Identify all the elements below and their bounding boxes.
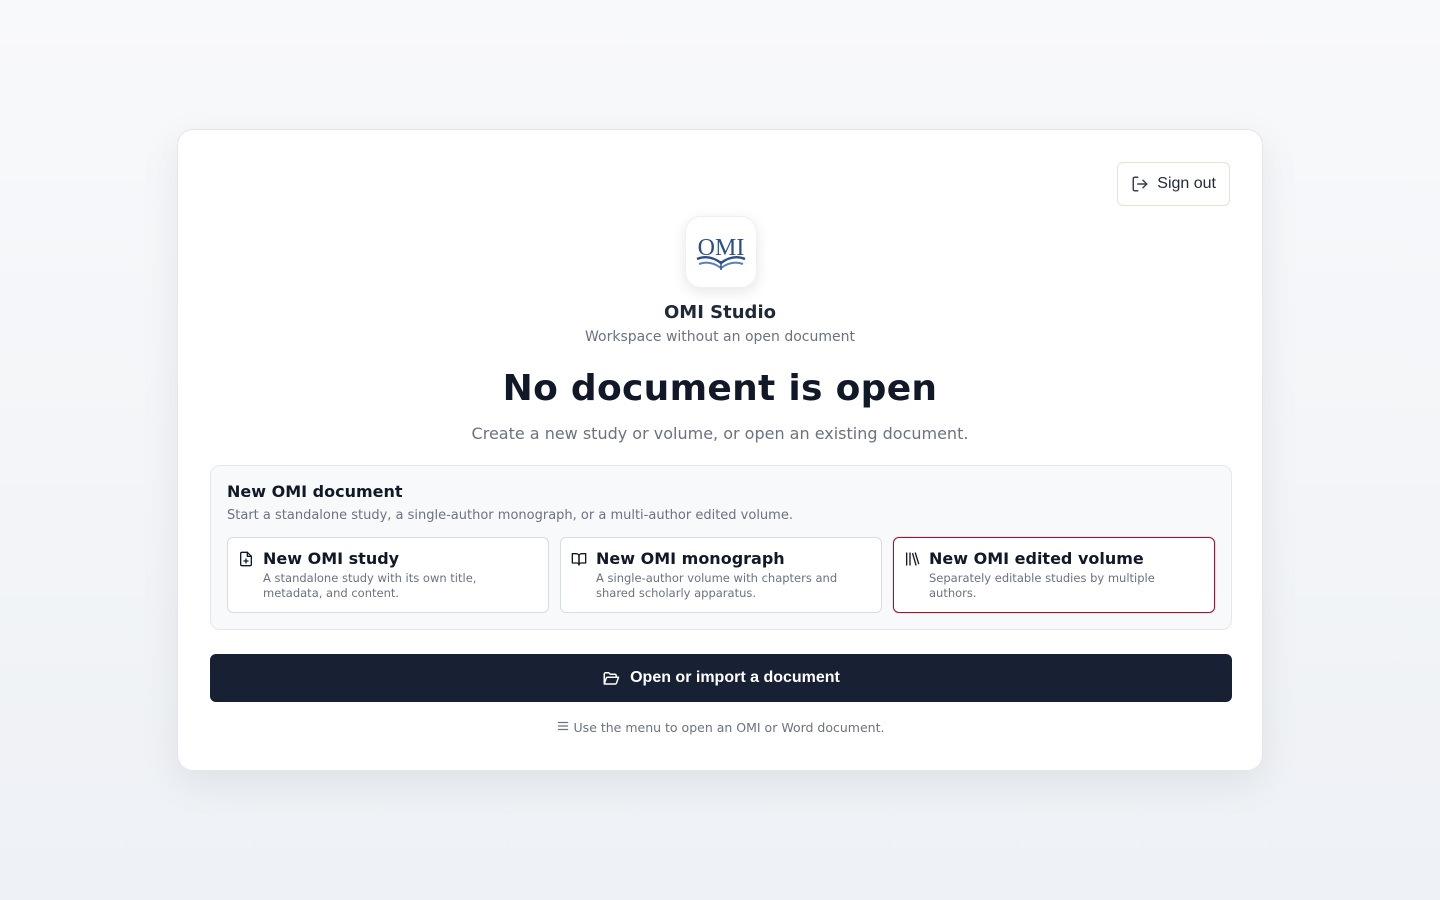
new-study-title: New OMI study xyxy=(263,549,400,568)
open-import-button[interactable]: Open or import a document xyxy=(210,654,1232,702)
page-title: No document is open xyxy=(502,368,938,409)
new-edited-volume-option[interactable]: New OMI edited volume Separately editabl… xyxy=(893,537,1215,613)
workspace-card: Sign out OMI OMI Studio Workspace withou… xyxy=(177,129,1263,771)
page-lead: Create a new study or volume, or open an… xyxy=(471,424,969,443)
new-monograph-title: New OMI monograph xyxy=(596,549,785,568)
new-study-option[interactable]: New OMI study A standalone study with it… xyxy=(227,537,549,613)
new-edited-volume-description: Separately editable studies by multiple … xyxy=(929,571,1155,600)
app-subtitle: Workspace without an open document xyxy=(585,329,855,345)
folder-open-icon xyxy=(603,672,620,685)
new-document-title: New OMI document xyxy=(227,482,403,501)
new-edited-volume-title: New OMI edited volume xyxy=(929,549,1144,568)
new-document-description: Start a standalone study, a single-autho… xyxy=(227,508,793,523)
new-study-description: A standalone study with its own title, m… xyxy=(263,571,477,600)
sign-out-button[interactable]: Sign out xyxy=(1117,162,1230,206)
new-monograph-option[interactable]: New OMI monograph A single-author volume… xyxy=(560,537,882,613)
library-icon xyxy=(906,552,920,566)
file-plus-icon xyxy=(240,551,252,567)
sign-out-label: Sign out xyxy=(1157,175,1216,192)
open-import-label: Open or import a document xyxy=(630,669,840,686)
omi-logo: OMI xyxy=(685,216,757,288)
menu-hint: Use the menu to open an OMI or Word docu… xyxy=(178,720,1262,735)
omi-logo-mark: OMI xyxy=(696,235,746,270)
new-monograph-description: A single-author volume with chapters and… xyxy=(596,571,838,600)
book-open-icon xyxy=(571,553,587,566)
log-out-icon xyxy=(1132,176,1148,192)
app-name: OMI Studio xyxy=(664,302,776,323)
menu-hint-text: Use the menu to open an OMI or Word docu… xyxy=(573,720,885,735)
new-document-panel: New OMI document Start a standalone stud… xyxy=(210,465,1232,630)
menu-icon xyxy=(557,721,568,730)
